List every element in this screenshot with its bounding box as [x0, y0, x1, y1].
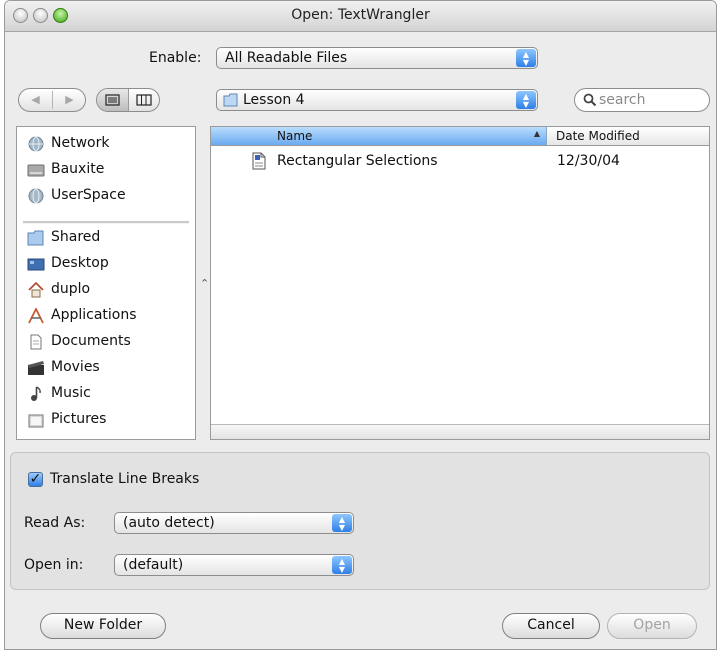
- sidebar-item-music[interactable]: Music: [27, 383, 192, 405]
- search-placeholder: search: [599, 92, 646, 108]
- sidebar: Network Bauxite UserSpace Shared Desktop…: [16, 126, 196, 440]
- window-title: Open: TextWrangler: [291, 7, 430, 23]
- translate-line-breaks-label: Translate Line Breaks: [50, 471, 200, 487]
- folder-icon: [27, 230, 44, 246]
- open-in-popup-value: (default): [123, 557, 184, 573]
- popup-arrows-icon: ▲ ▼: [332, 556, 352, 574]
- new-folder-button[interactable]: New Folder: [40, 613, 166, 639]
- sidebar-item-userspace[interactable]: UserSpace: [27, 185, 192, 207]
- sidebar-item-network[interactable]: Network: [27, 133, 192, 155]
- hard-drive-icon: [27, 164, 45, 177]
- sidebar-item-applications[interactable]: Applications: [27, 305, 192, 327]
- translate-line-breaks-checkbox[interactable]: ✓: [28, 472, 43, 487]
- home-icon: [28, 282, 44, 298]
- file-date-modified: 12/30/04: [557, 153, 620, 169]
- location-popup-value: Lesson 4: [243, 92, 305, 108]
- column-view-icon: [136, 94, 152, 106]
- back-arrow-icon[interactable]: ◀: [19, 89, 52, 111]
- text-document-icon: [252, 152, 266, 170]
- column-header-row: Name ▲ Date Modified: [211, 127, 709, 146]
- network-icon: [28, 136, 44, 152]
- file-browser-list: Name ▲ Date Modified Rectangular Selecti…: [210, 126, 710, 440]
- location-popup[interactable]: Lesson 4 ▲ ▼: [216, 89, 538, 111]
- back-forward-control[interactable]: ◀ ▶: [18, 88, 86, 112]
- enable-popup[interactable]: All Readable Files ▲ ▼: [216, 47, 538, 69]
- sidebar-item-documents[interactable]: Documents: [27, 331, 192, 353]
- file-name: Rectangular Selections: [277, 153, 438, 169]
- folder-icon: [223, 93, 238, 107]
- sidebar-item-desktop[interactable]: Desktop: [27, 253, 192, 275]
- search-field[interactable]: search: [574, 88, 710, 112]
- forward-arrow-icon[interactable]: ▶: [53, 89, 86, 111]
- open-in-popup[interactable]: (default) ▲ ▼: [114, 554, 354, 576]
- popup-arrows-icon: ▲ ▼: [516, 91, 536, 109]
- title-bar[interactable]: Open: TextWrangler: [5, 1, 716, 32]
- list-view-button[interactable]: [97, 89, 128, 111]
- popup-arrows-icon: ▲ ▼: [332, 514, 352, 532]
- enable-label: Enable:: [149, 50, 202, 66]
- open-in-label: Open in:: [24, 557, 84, 573]
- open-button[interactable]: Open: [607, 613, 697, 639]
- documents-icon: [30, 334, 42, 350]
- movies-icon: [28, 361, 44, 375]
- enable-popup-value: All Readable Files: [225, 50, 348, 66]
- column-view-button[interactable]: [129, 89, 159, 111]
- list-view-icon: [105, 94, 120, 106]
- sidebar-item-pictures[interactable]: Pictures: [27, 409, 192, 431]
- pictures-icon: [28, 414, 44, 428]
- applications-icon: [28, 308, 44, 324]
- popup-arrows-icon: ▲ ▼: [516, 49, 536, 67]
- read-as-label: Read As:: [24, 515, 86, 531]
- sidebar-item-duplo[interactable]: duplo: [27, 279, 192, 301]
- sidebar-divider: [23, 221, 189, 224]
- read-as-popup[interactable]: (auto detect) ▲ ▼: [114, 512, 354, 534]
- cancel-button[interactable]: Cancel: [502, 613, 600, 639]
- desktop-icon: [27, 258, 45, 271]
- column-header-name[interactable]: Name ▲: [211, 127, 547, 145]
- sidebar-item-movies[interactable]: Movies: [27, 357, 192, 379]
- sort-ascending-icon: ▲: [533, 129, 540, 138]
- horizontal-scrollbar[interactable]: [211, 424, 709, 439]
- network-volume-icon: [28, 188, 44, 204]
- view-mode-control[interactable]: [96, 88, 160, 112]
- split-resize-handle-icon[interactable]: ⌃: [200, 277, 209, 290]
- file-row[interactable]: Rectangular Selections 12/30/04: [211, 151, 709, 173]
- search-icon: [583, 93, 597, 107]
- sidebar-item-shared[interactable]: Shared: [27, 227, 192, 249]
- sidebar-item-bauxite[interactable]: Bauxite: [27, 159, 192, 181]
- music-icon: [31, 386, 41, 401]
- read-as-popup-value: (auto detect): [123, 515, 215, 531]
